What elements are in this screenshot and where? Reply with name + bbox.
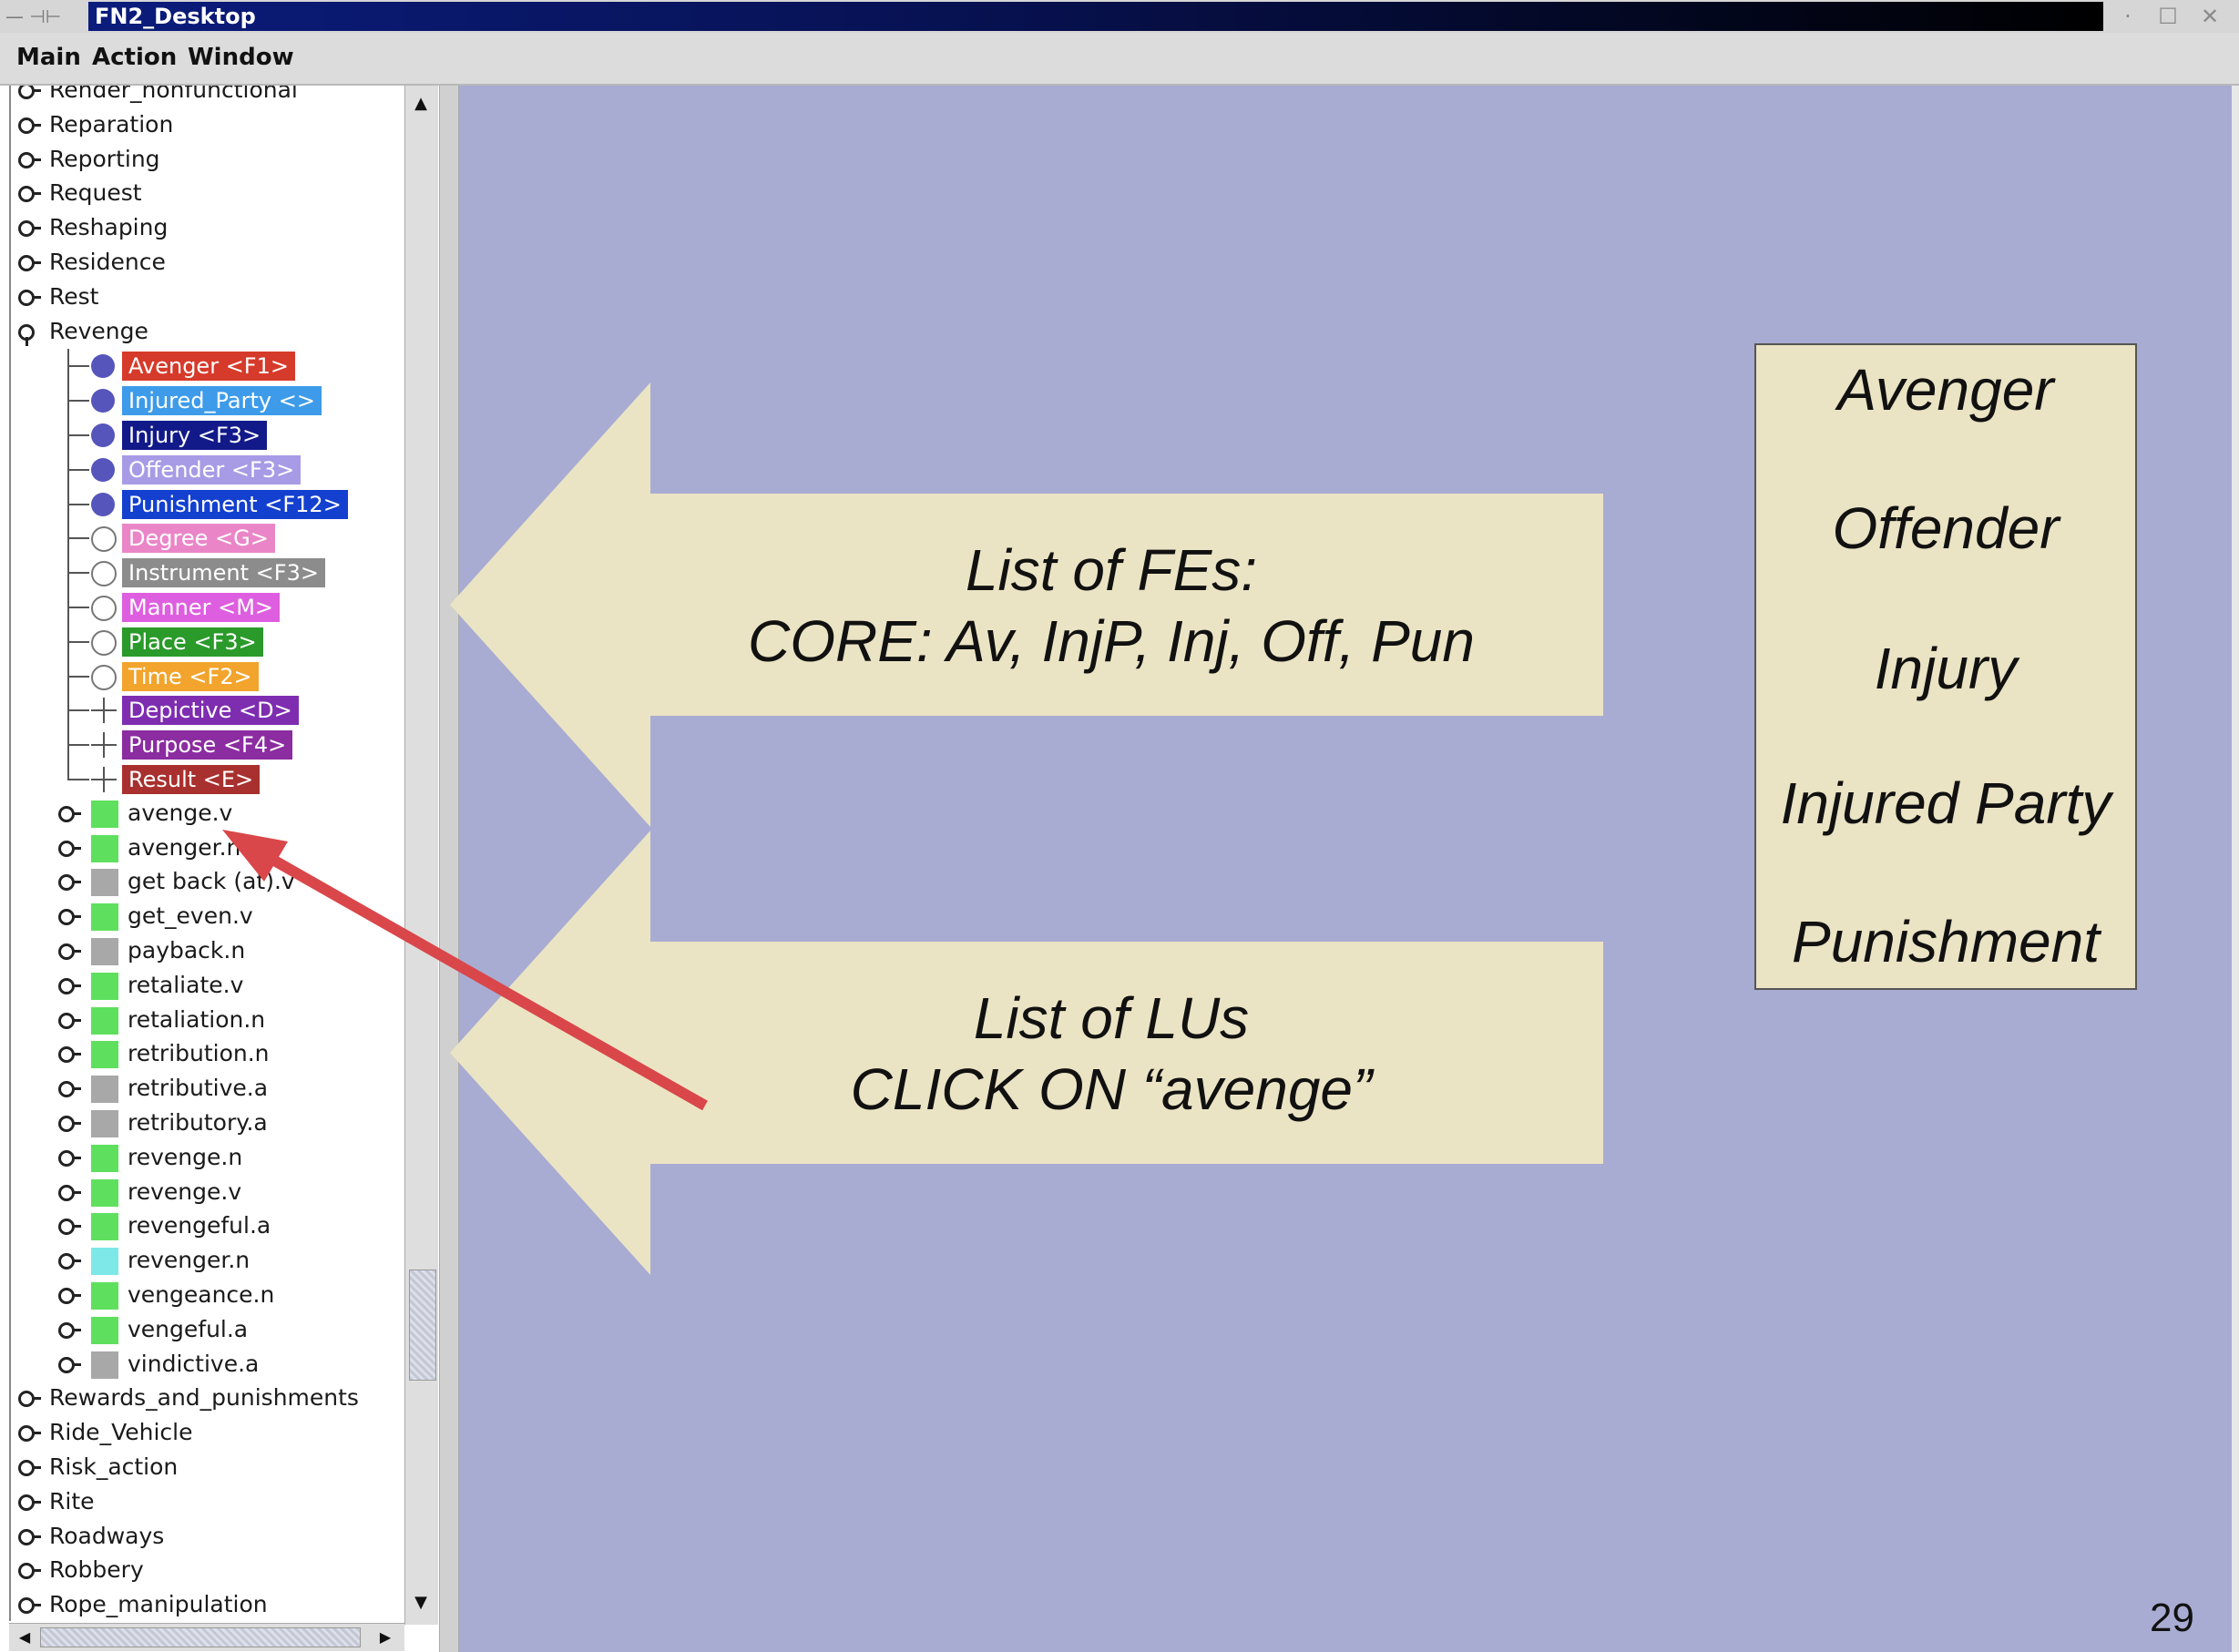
core-fe-item: Avenger bbox=[1837, 357, 2054, 423]
fe-arrow-line1: List of FEs: bbox=[965, 537, 1258, 603]
core-fe-box: Avenger Offender Injury Injured Party Pu… bbox=[1754, 343, 2137, 990]
lu-arrow-line1: List of LUs bbox=[973, 985, 1250, 1051]
slide-number: 29 bbox=[2150, 1596, 2194, 1640]
core-fe-item: Injury bbox=[1874, 636, 2018, 701]
core-fe-item: Punishment bbox=[1792, 909, 2100, 974]
lu-arrow-line2: CLICK ON “avenge” bbox=[850, 1056, 1373, 1122]
core-fe-item: Offender bbox=[1832, 495, 2060, 561]
fe-arrow-line2: CORE: Av, InjP, Inj, Off, Pun bbox=[748, 608, 1475, 674]
fe-arrow-caption: List of FEs: CORE: Av, InjP, Inj, Off, P… bbox=[656, 535, 1567, 677]
core-fe-item: Injured Party bbox=[1780, 770, 2111, 836]
lu-arrow-caption: List of LUs CLICK ON “avenge” bbox=[656, 983, 1567, 1125]
